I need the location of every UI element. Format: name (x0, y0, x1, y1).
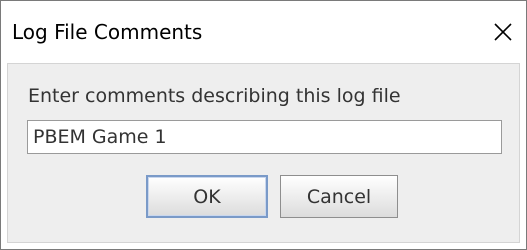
window-title: Log File Comments (12, 20, 203, 44)
log-file-comments-dialog: Log File Comments Enter comments describ… (0, 0, 527, 250)
comment-prompt-label: Enter comments describing this log file (28, 85, 401, 107)
comment-input[interactable] (27, 120, 502, 154)
close-icon (493, 22, 513, 42)
dialog-content: Enter comments describing this log file … (7, 63, 520, 243)
title-bar[interactable]: Log File Comments (1, 1, 526, 63)
ok-button[interactable]: OK (146, 175, 268, 218)
cancel-button[interactable]: Cancel (280, 175, 398, 218)
close-button[interactable] (480, 1, 526, 63)
